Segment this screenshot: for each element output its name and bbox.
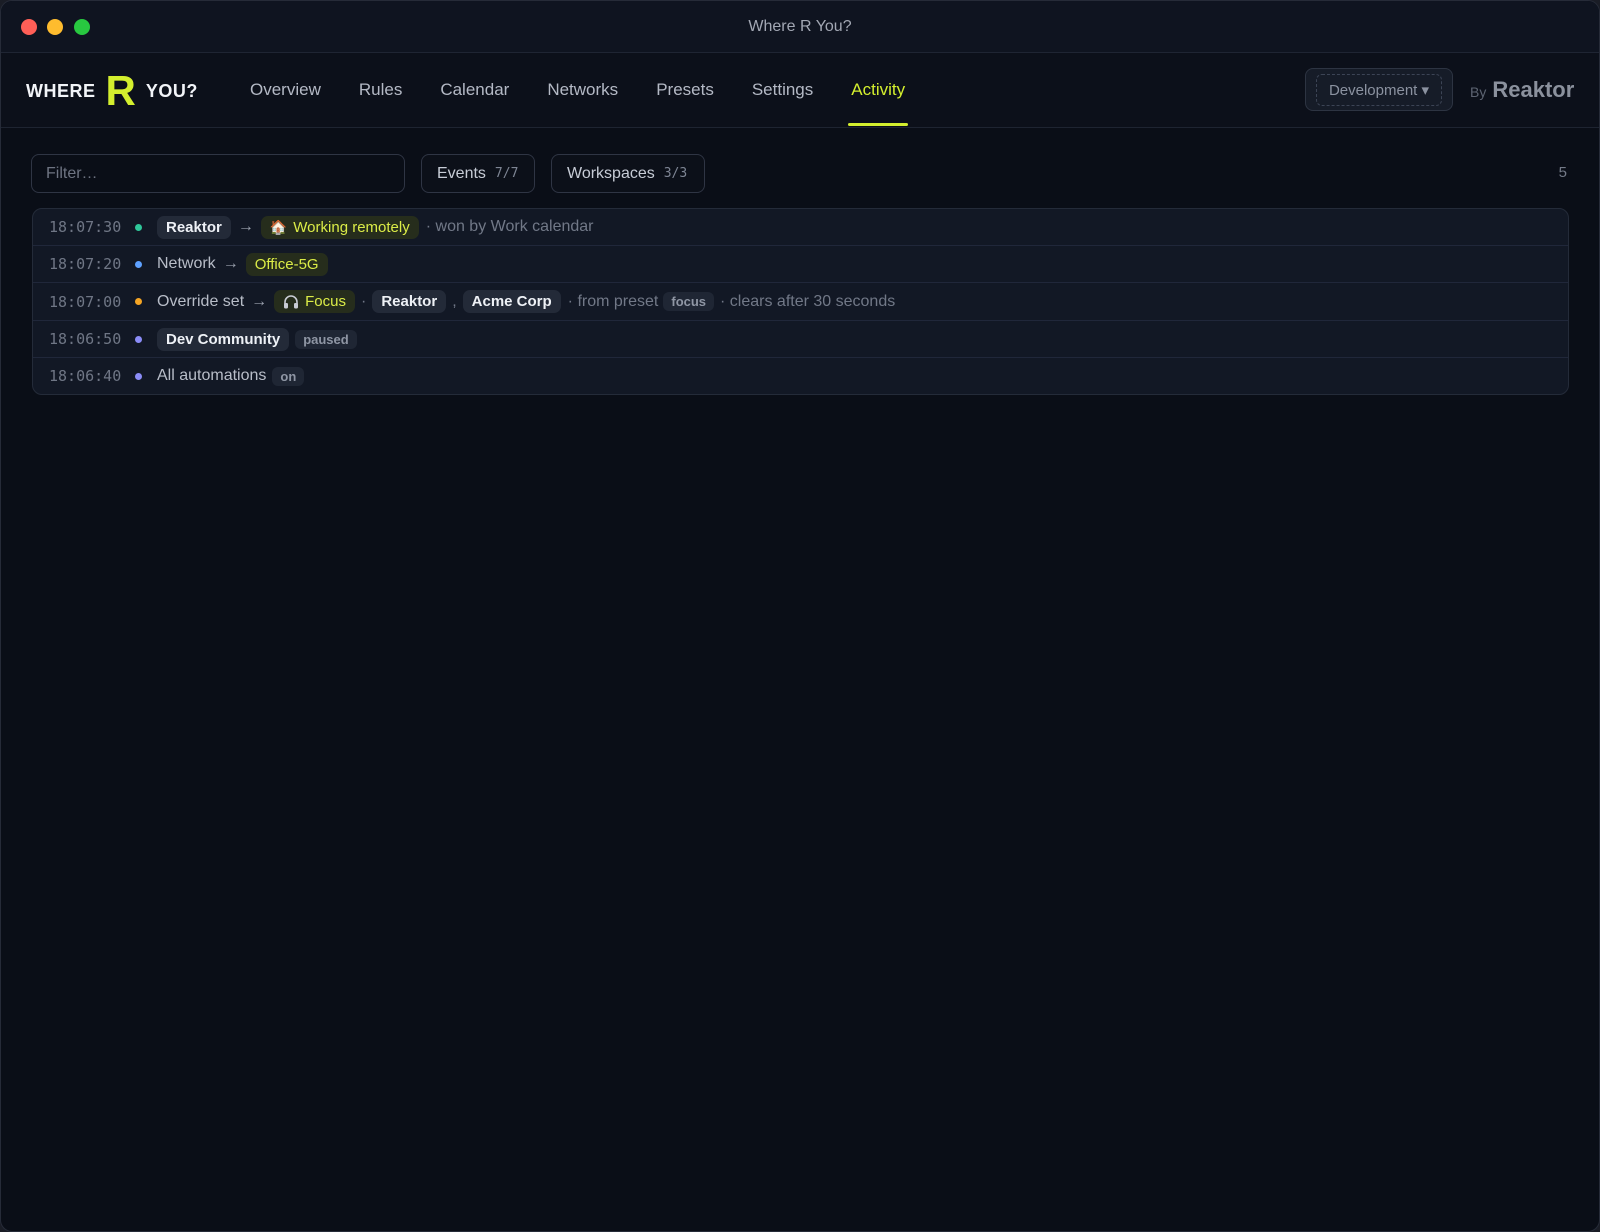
state-tag: on (272, 366, 305, 386)
event-dot (135, 372, 142, 380)
workspace-pill: Reaktor (157, 215, 231, 239)
events-filter-button[interactable]: Events 7/7 (421, 154, 535, 193)
separator-dot: · (361, 292, 367, 310)
event-time: 18:06:50 (49, 330, 122, 348)
nav-tab-activity[interactable]: Activity (832, 53, 924, 127)
arrow-glyph: → (222, 255, 239, 272)
workspaces-filter-label: Workspaces (567, 164, 655, 182)
nav-tab-networks[interactable]: Networks (528, 53, 637, 127)
arrow-glyph: → (237, 218, 254, 235)
event-subject: Network (157, 255, 216, 272)
event-dot (135, 223, 142, 231)
workspace-pill: Dev Community (157, 327, 290, 351)
events-filter-label: Events (437, 164, 486, 182)
event-subject: All automations (157, 367, 267, 384)
workspaces-filter-button[interactable]: Workspaces 3/3 (551, 154, 705, 193)
preset-prefix: · from preset (567, 292, 659, 310)
nav-tab-presets[interactable]: Presets (637, 53, 733, 127)
by-label: By (1470, 84, 1487, 100)
environment-label: Development ▾ (1315, 73, 1443, 106)
activity-toolbar: Events 7/7 Workspaces 3/3 5 (31, 153, 1569, 193)
event-dot (135, 335, 142, 343)
arrow-glyph: → (251, 292, 268, 310)
logo-text-you: YOU? (145, 80, 198, 101)
state-tag: paused (295, 329, 357, 349)
workspaces-filter-count: 3/3 (663, 166, 688, 181)
event-time: 18:07:20 (49, 255, 122, 273)
title-bar: Where R You? (1, 1, 1599, 53)
activity-row: 18:06:40 All automations on (33, 358, 1568, 394)
network-pill: Office-5G (245, 252, 328, 276)
company-logo: Reaktor (1492, 77, 1575, 102)
activity-row: 18:07:00 Override set → Focus · Reaktor … (33, 283, 1568, 321)
window-title: Where R You? (748, 18, 852, 35)
nav-tab-calendar[interactable]: Calendar (421, 53, 528, 127)
app-logo[interactable]: WHERE R YOU? (26, 67, 198, 114)
status-label: Focus (305, 293, 346, 310)
main-nav: Overview Rules Calendar Networks Presets… (231, 53, 924, 127)
logo-text-where: WHERE (26, 80, 96, 101)
event-time: 18:07:30 (49, 218, 122, 236)
result-count: 5 (1558, 164, 1567, 181)
activity-row: 18:07:30 Reaktor → 🏠 Working remotely · … (33, 209, 1568, 246)
nav-tab-overview[interactable]: Overview (231, 53, 340, 127)
activity-row: 18:07:20 Network → Office-5G (33, 246, 1568, 283)
event-source: · won by Work calendar (425, 218, 594, 235)
status-pill: 🏠 Working remotely (260, 215, 419, 239)
clears-note: · clears after 30 seconds (720, 292, 896, 310)
app-window: Where R You? WHERE R YOU? Overview Rules… (0, 0, 1600, 1232)
event-time: 18:06:40 (49, 367, 122, 385)
separator-comma: , (452, 292, 457, 310)
event-dot (135, 260, 142, 268)
nav-tab-settings[interactable]: Settings (733, 53, 832, 127)
nav-tab-rules[interactable]: Rules (340, 53, 421, 127)
activity-list: 18:07:30 Reaktor → 🏠 Working remotely · … (32, 208, 1569, 395)
environment-dropdown[interactable]: Development ▾ (1305, 68, 1453, 111)
app-header: WHERE R YOU? Overview Rules Calendar Net… (1, 53, 1599, 128)
preset-tag: focus (663, 292, 715, 311)
events-filter-count: 7/7 (494, 166, 519, 181)
event-subject: Override set (157, 292, 245, 310)
headphones-icon (284, 294, 299, 308)
event-dot (135, 298, 142, 305)
status-pill: Focus (274, 290, 355, 313)
by-brand: By Reaktor (1470, 77, 1574, 103)
filter-input[interactable] (31, 154, 405, 193)
house-icon: 🏠 (269, 219, 288, 235)
activity-row: 18:06:50 Dev Community paused (33, 321, 1568, 358)
workspace-pill: Reaktor (372, 290, 447, 313)
status-label: Working remotely (293, 218, 410, 236)
workspace-pill: Acme Corp (462, 290, 561, 313)
event-time: 18:07:00 (49, 292, 122, 311)
logo-r-mark: R (105, 67, 136, 114)
